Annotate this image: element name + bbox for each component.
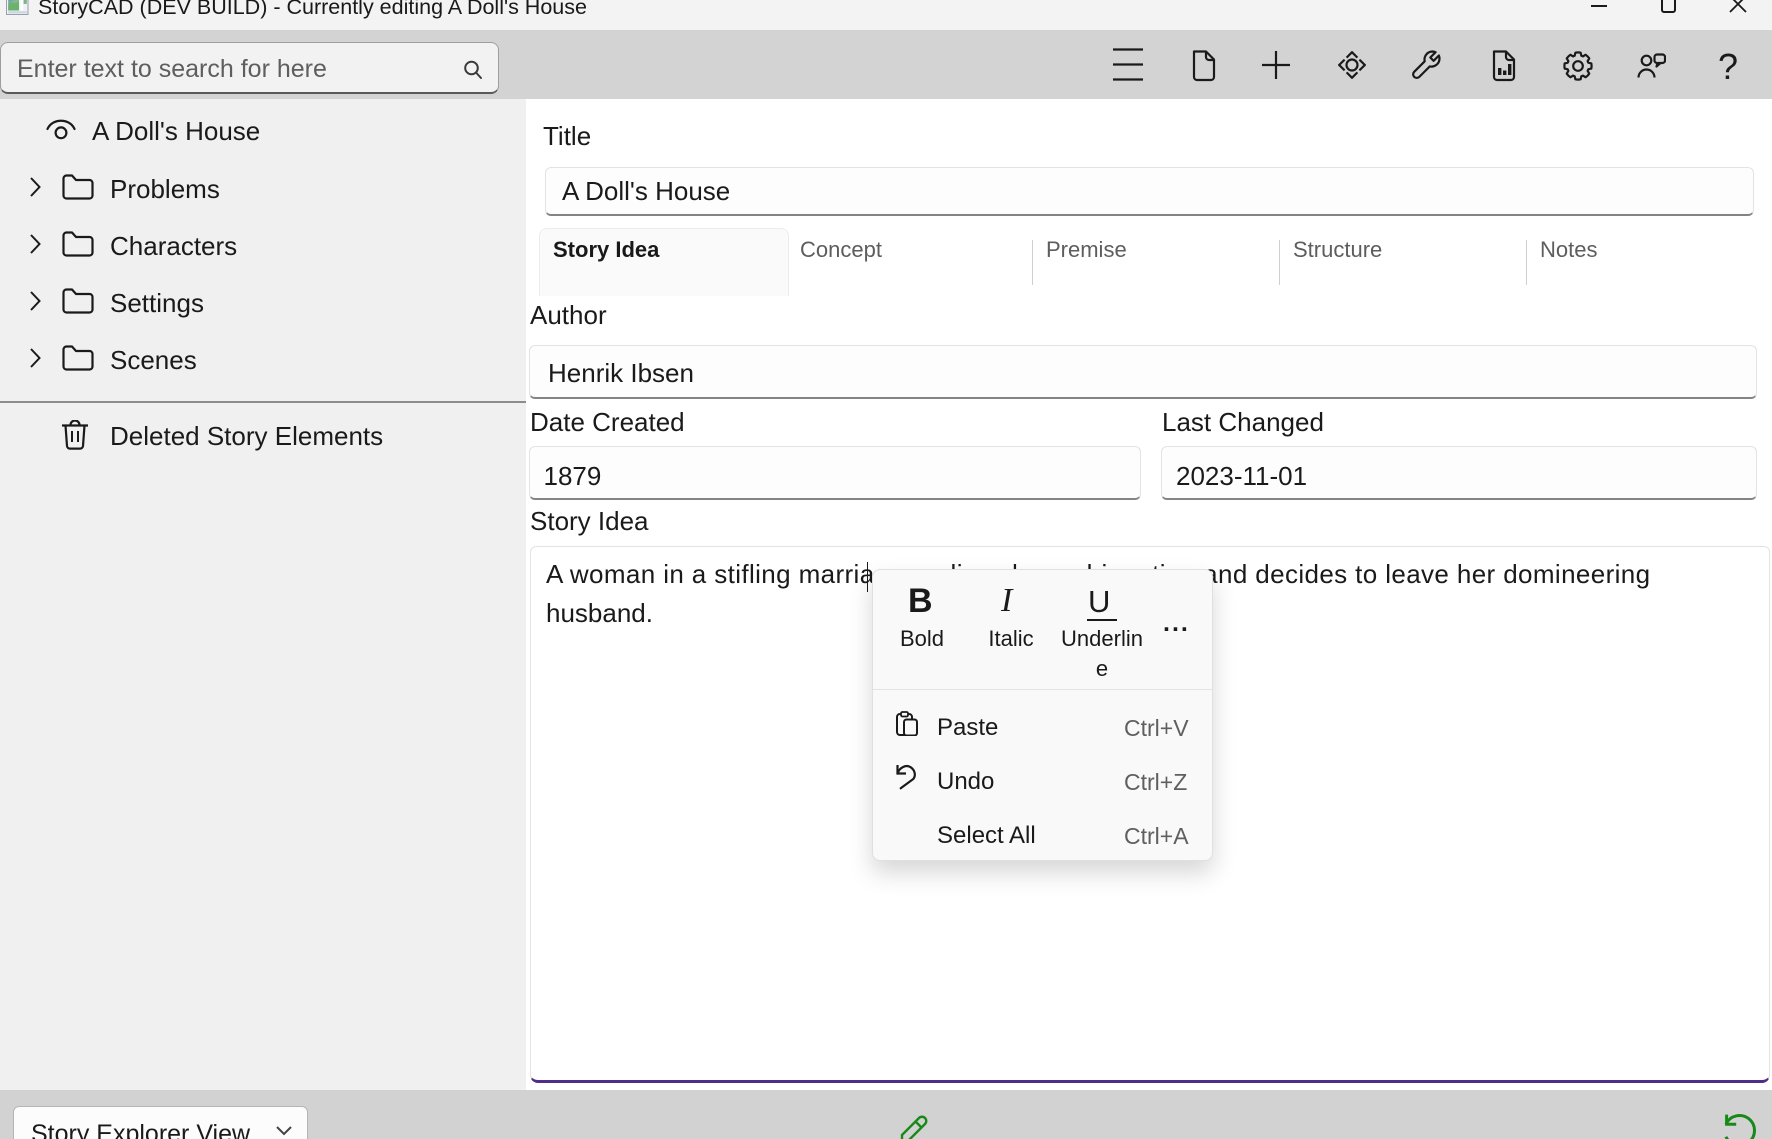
svg-text:?: ? <box>1718 49 1738 87</box>
